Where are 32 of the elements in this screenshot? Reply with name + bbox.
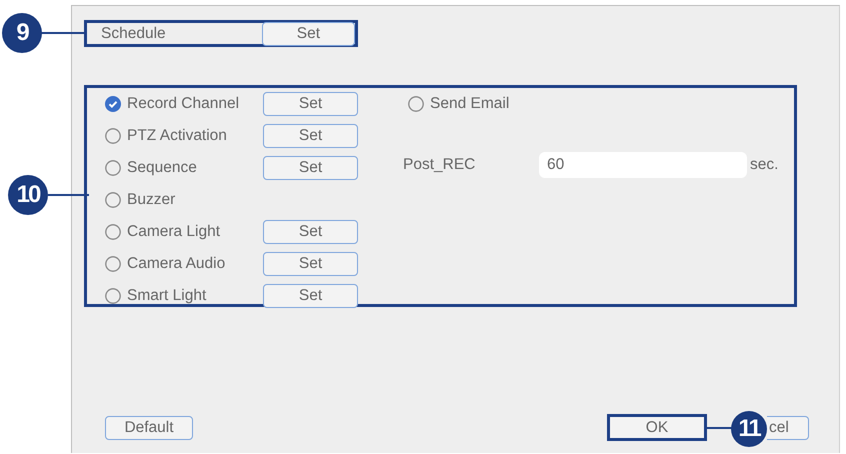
cancel-button[interactable]: cel	[767, 416, 809, 440]
option-label: Camera Audio	[127, 255, 226, 273]
option-label: Send Email	[430, 95, 510, 114]
set-button[interactable]: Set	[263, 124, 358, 148]
option-label: Camera Light	[127, 223, 220, 241]
post-rec-label: Post_REC	[403, 156, 476, 174]
radio-icon[interactable]	[105, 192, 121, 208]
default-button[interactable]: Default	[105, 416, 193, 440]
unit-label: sec.	[750, 156, 780, 174]
radio-icon[interactable]	[105, 224, 121, 240]
radio-icon[interactable]	[105, 128, 121, 144]
set-button[interactable]: Set	[263, 220, 358, 244]
callout-badge: 10	[8, 175, 48, 215]
option-label: Buzzer	[127, 191, 176, 209]
schedule-label: Schedule	[101, 24, 167, 42]
option-label: PTZ Activation	[127, 127, 227, 145]
set-button[interactable]: Set	[263, 252, 358, 276]
ok-button[interactable]: OK	[607, 414, 707, 441]
set-button[interactable]: Set	[263, 92, 358, 116]
option-label: Sequence	[127, 159, 197, 177]
radio-icon[interactable]	[105, 160, 121, 176]
set-button[interactable]: Set	[263, 156, 358, 180]
set-button[interactable]: Set	[262, 22, 355, 46]
radio-icon[interactable]	[105, 288, 121, 304]
radio-icon[interactable]	[105, 256, 121, 272]
option-label: Smart Light	[127, 287, 206, 305]
option-label: Record Channel	[127, 95, 240, 113]
callout-badge: 9	[2, 13, 42, 53]
post-rec-field[interactable]: 60	[539, 152, 747, 178]
radio-icon[interactable]	[408, 96, 424, 112]
checked-radio-icon[interactable]	[105, 96, 121, 112]
set-button[interactable]: Set	[263, 284, 358, 308]
